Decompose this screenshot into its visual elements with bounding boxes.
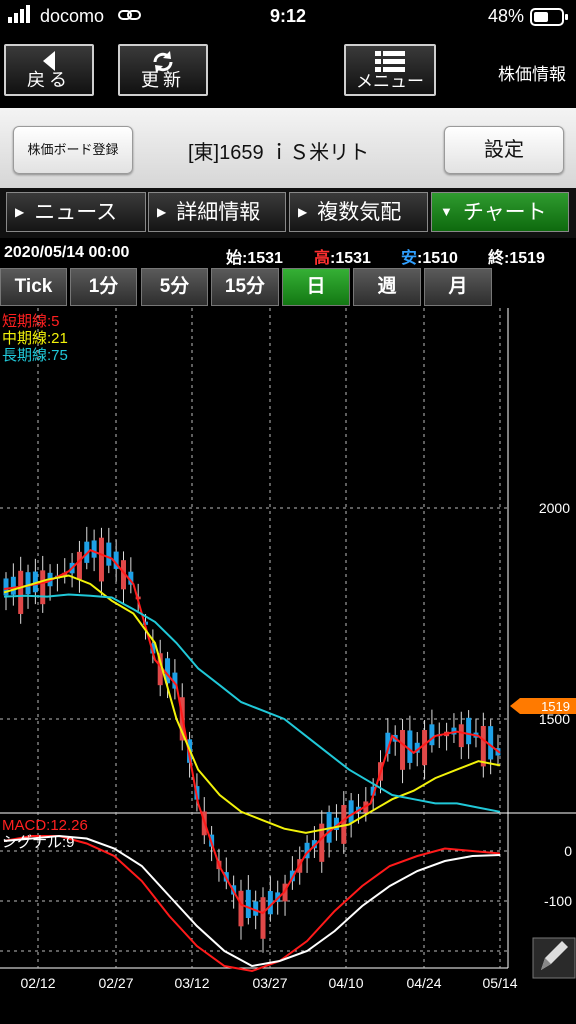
link-icon (118, 6, 142, 29)
candlesticks (3, 526, 501, 953)
date-tick-label: 04/24 (406, 975, 441, 991)
chart-grid (0, 308, 576, 969)
status-bar: docomo 9:12 48% (0, 0, 576, 34)
candle-down (488, 726, 494, 760)
candle-up (40, 570, 46, 605)
candle-down (253, 901, 259, 916)
tab-details-label: 詳細情報 (176, 201, 261, 224)
clock: 9:12 (270, 6, 307, 26)
low-price: 安:1510 (401, 250, 458, 267)
draw-tool-button[interactable] (532, 937, 576, 979)
date-tick-label: 04/10 (328, 975, 363, 991)
timeframe-day[interactable]: 日 (282, 268, 350, 306)
candle-down (245, 889, 251, 919)
price-chart[interactable]: 200015000-100-20002/1202/2703/1203/2704/… (0, 308, 576, 1024)
macd-tick-label: 0 (564, 843, 572, 859)
date-tick-label: 03/27 (252, 975, 287, 991)
timeframe-month[interactable]: 月 (424, 268, 492, 306)
low-value: 1510 (422, 250, 458, 267)
last-price-label: 1519 (541, 699, 570, 714)
macd-legend: MACD:12.26 シグナル:9 (2, 817, 88, 851)
tab-multi-quote[interactable]: ▶ 複数気配 (289, 192, 428, 232)
candle-down (106, 542, 112, 566)
low-label: 安 (401, 250, 418, 267)
back-button-label: 戻る (27, 70, 71, 90)
tab-bar: ▶ ニュース ▶ 詳細情報 ▶ 複数気配 ▼ チャート (0, 188, 576, 238)
refresh-button-label: 更新 (141, 70, 185, 90)
timeframe-5min[interactable]: 5分 (141, 268, 208, 306)
tab-news[interactable]: ▶ ニュース (6, 192, 146, 232)
tab-chart[interactable]: ▼ チャート (431, 192, 569, 232)
price-tag: 1519 (510, 698, 576, 714)
long-ma-legend: 長期線:75 (2, 347, 68, 364)
timeframe-week[interactable]: 週 (353, 268, 421, 306)
tab-news-label: ニュース (34, 201, 118, 224)
candle-down (348, 800, 354, 823)
macd-tick-label: -100 (544, 893, 572, 909)
candle-up (98, 537, 104, 582)
tab-details[interactable]: ▶ 詳細情報 (148, 192, 286, 232)
candle-down (429, 724, 435, 746)
tab-multi-quote-label: 複数気配 (317, 201, 402, 224)
candle-down (91, 540, 97, 558)
settings-button[interactable]: 設定 (444, 126, 564, 174)
carrier-label: docomo (40, 6, 105, 26)
tab-chart-label: チャート (462, 201, 547, 224)
stock-header: 株価ボード登録 [東]1659 ｉＳ米リト 設定 (0, 108, 576, 188)
short-ma-legend: 短期線:5 (2, 313, 60, 330)
menu-button[interactable]: メニュー (344, 44, 436, 96)
close-label: 終 (488, 250, 505, 267)
signal-legend-label: シグナル:9 (2, 834, 75, 851)
candle-down (407, 730, 413, 763)
price-tick-label: 2000 (539, 500, 570, 516)
date-tick-label: 02/27 (98, 975, 133, 991)
toolbar: 戻る 更新 メニュー 株価情報 (0, 34, 576, 108)
long-ma-line (3, 593, 501, 813)
candle-up (400, 730, 406, 770)
candle-up (260, 897, 266, 939)
macd-legend-label: MACD:12.26 (2, 817, 88, 834)
timeframe-15min[interactable]: 15分 (211, 268, 279, 306)
timeframe-1min[interactable]: 1分 (70, 268, 137, 306)
signal-icon (8, 4, 38, 29)
high-price: 高:1531 (314, 250, 371, 267)
board-register-button[interactable]: 株価ボード登録 (13, 126, 133, 174)
open-value: 1531 (247, 250, 283, 267)
candle-up (458, 724, 464, 748)
ma-legend: 短期線:5 中期線:21 長期線:75 (2, 313, 68, 364)
candle-up (422, 730, 428, 766)
back-button[interactable]: 戻る (4, 44, 94, 96)
date-tick-label: 03/12 (174, 975, 209, 991)
ohlc-datetime: 2020/05/14 00:00 (4, 244, 130, 261)
battery-percent: 48% (488, 6, 525, 26)
candle-down (10, 576, 16, 595)
tab-arrow-icon: ▶ (15, 205, 25, 219)
tab-arrow-down-icon: ▼ (440, 204, 453, 219)
open-label: 始 (226, 250, 243, 267)
candle-up (76, 551, 82, 580)
timeframe-tick[interactable]: Tick (0, 268, 67, 306)
close-value: 1519 (509, 250, 545, 267)
refresh-button[interactable]: 更新 (118, 44, 208, 96)
date-tick-label: 05/14 (482, 975, 517, 991)
mid-ma-line (3, 574, 501, 834)
menu-button-label: メニュー (356, 72, 424, 91)
candle-up (480, 726, 486, 767)
high-label: 高 (314, 250, 331, 267)
candle-down (466, 717, 472, 745)
stock-name: [東]1659 ｉＳ米リト (188, 142, 370, 164)
close-price: 終:1519 (488, 250, 545, 267)
open-price: 始:1531 (226, 250, 283, 267)
date-tick-label: 02/12 (20, 975, 55, 991)
tab-arrow-icon: ▶ (298, 205, 308, 219)
candle-down (25, 572, 31, 595)
candle-up (18, 570, 24, 614)
ohlc-row: 2020/05/14 00:00 始:1531 高:1531 安:1510 終:… (0, 244, 576, 267)
battery-icon (530, 8, 570, 31)
high-value: 1531 (335, 250, 371, 267)
candle-up (238, 890, 244, 927)
mid-ma-legend: 中期線:21 (2, 330, 68, 347)
tab-arrow-icon: ▶ (157, 205, 167, 219)
page-title: 株価情報 (498, 65, 566, 84)
